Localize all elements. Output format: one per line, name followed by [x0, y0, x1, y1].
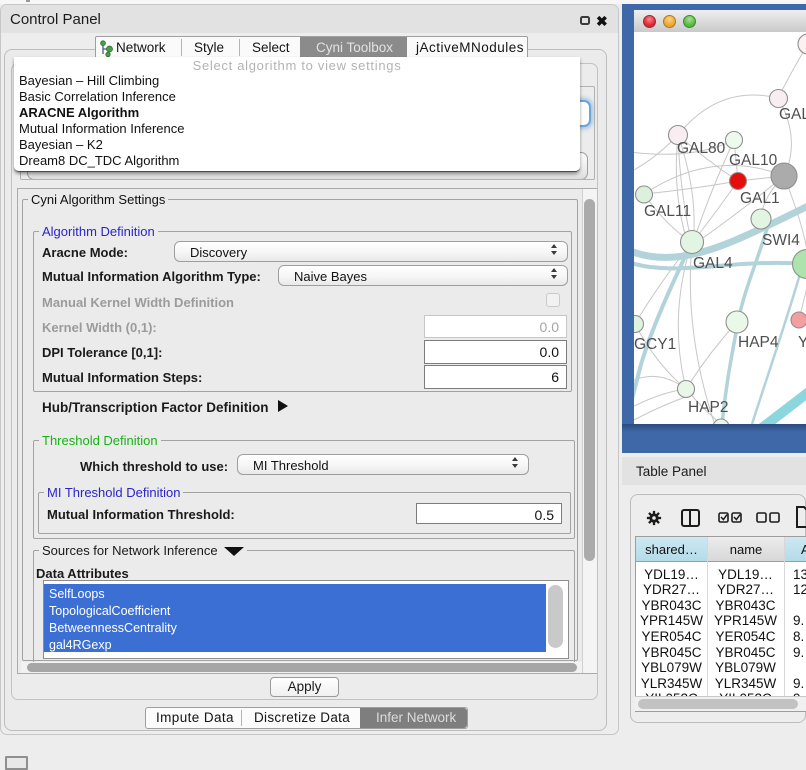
svg-text:GCY1: GCY1 [634, 336, 676, 353]
svg-text:SWI4: SWI4 [762, 232, 800, 249]
svg-text:GAL11: GAL11 [644, 203, 691, 220]
svg-text:GAL4: GAL4 [693, 255, 733, 272]
svg-text:HAP4: HAP4 [738, 334, 779, 351]
svg-text:GAL7: GAL7 [779, 106, 806, 123]
svg-text:HAP2: HAP2 [688, 399, 729, 416]
svg-text:GAL10: GAL10 [729, 152, 778, 169]
svg-text:Y: Y [798, 334, 806, 351]
svg-text:GAL80: GAL80 [677, 140, 726, 157]
svg-text:GAL1: GAL1 [740, 190, 780, 207]
